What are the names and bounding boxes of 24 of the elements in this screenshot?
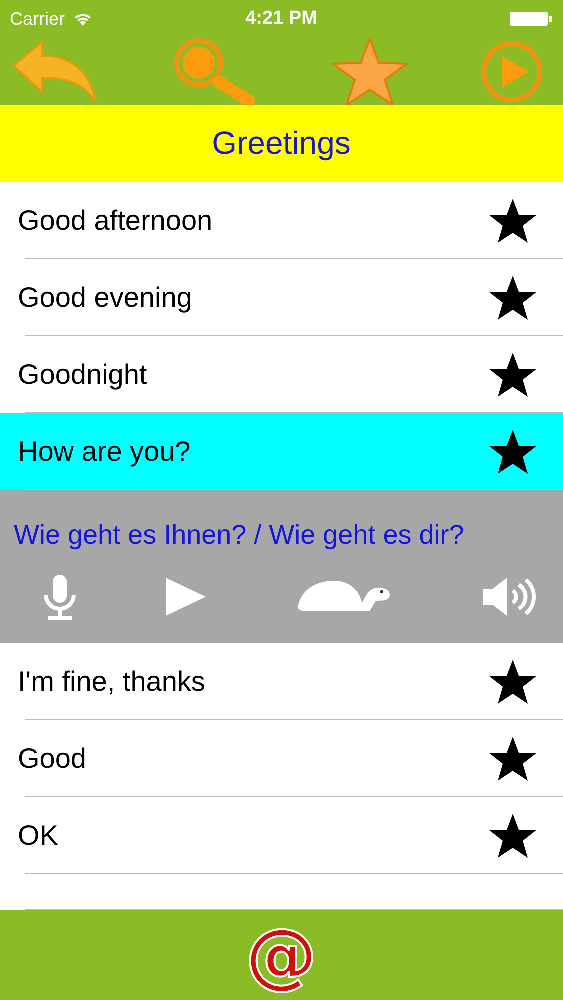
battery-icon bbox=[509, 11, 553, 27]
phrase-text: How are you? bbox=[18, 436, 191, 468]
star-icon[interactable] bbox=[488, 352, 538, 398]
phrase-text: Goodnight bbox=[18, 358, 148, 390]
carrier-name: Carrier bbox=[10, 8, 66, 30]
star-icon[interactable] bbox=[488, 274, 538, 320]
star-icon[interactable] bbox=[488, 736, 538, 782]
category-title: Greetings bbox=[212, 125, 351, 162]
star-icon[interactable] bbox=[330, 36, 410, 106]
star-icon[interactable] bbox=[488, 198, 538, 244]
microphone-icon[interactable] bbox=[42, 573, 78, 621]
phrase-text: I'm fine, thanks bbox=[18, 666, 206, 698]
star-icon[interactable] bbox=[488, 658, 538, 704]
translation-text: Wie geht es Ihnen? / Wie geht es dir? bbox=[13, 519, 466, 551]
phrase-row[interactable]: How are you? bbox=[0, 413, 563, 490]
star-icon[interactable] bbox=[488, 428, 538, 474]
phrase-text: Good afternoon bbox=[18, 204, 213, 236]
star-icon[interactable] bbox=[488, 812, 538, 858]
phrase-text: OK bbox=[18, 820, 58, 852]
play-icon[interactable] bbox=[165, 577, 207, 617]
wifi-icon bbox=[73, 12, 94, 26]
phrase-text: Good bbox=[18, 742, 86, 774]
phrase-text: Good evening bbox=[18, 282, 192, 314]
status-time: 4:21 PM bbox=[246, 8, 318, 30]
